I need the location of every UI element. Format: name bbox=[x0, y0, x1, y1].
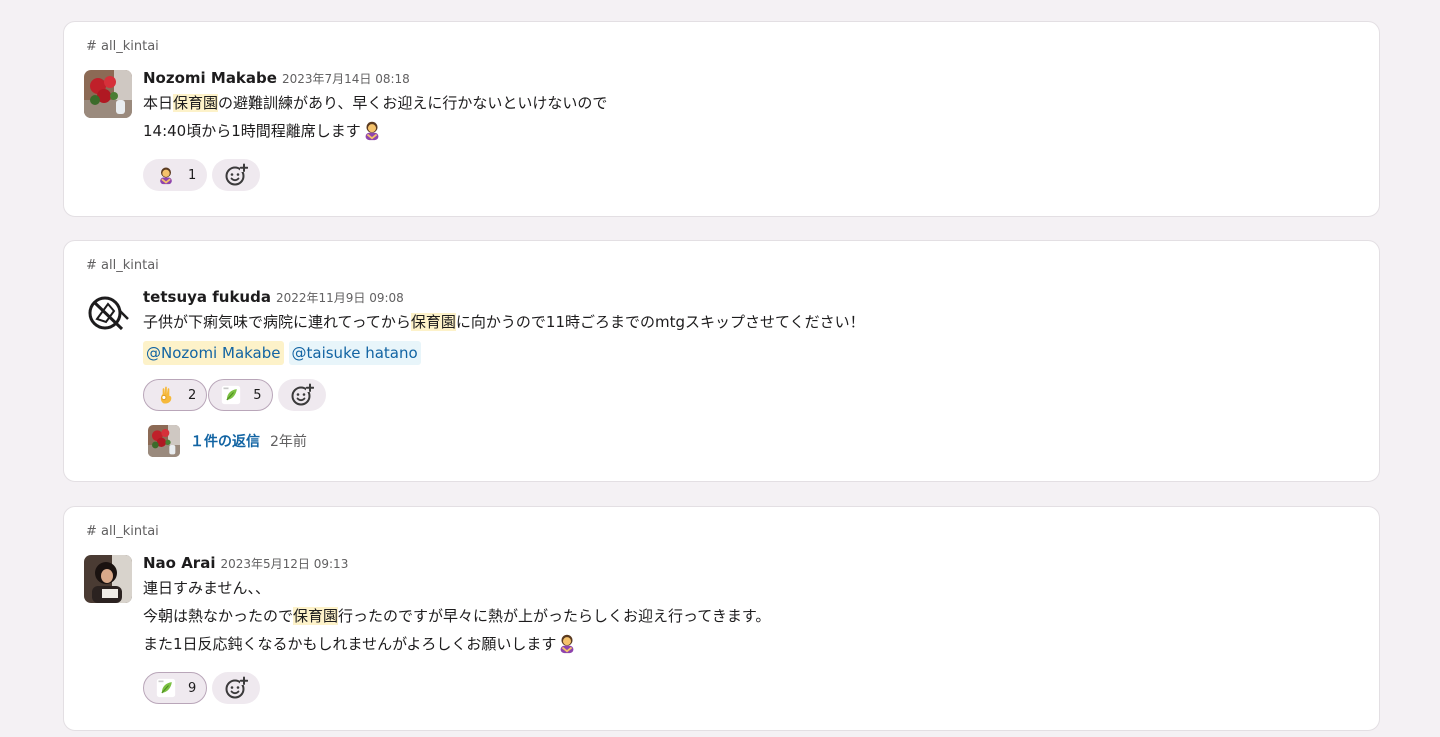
message-body: Nozomi Makabe 2023年7月14日 08:18 本日保育園の避難訓… bbox=[143, 69, 1359, 145]
search-highlight: 保育園 bbox=[410, 313, 456, 331]
add-emoji-icon bbox=[224, 163, 248, 187]
add-emoji-icon bbox=[224, 676, 248, 700]
author-name[interactable]: Nao Arai bbox=[143, 554, 215, 572]
channel-label[interactable]: # all_kintai bbox=[86, 524, 159, 539]
person-bowing-icon bbox=[361, 119, 383, 141]
mention-nozomi-makabe[interactable]: @Nozomi Makabe bbox=[143, 341, 284, 365]
last-reply-time: 2年前 bbox=[270, 434, 307, 450]
thread-replies[interactable]: １件の返信 2年前 bbox=[148, 424, 307, 458]
avatar bbox=[148, 425, 180, 457]
add-reaction-button[interactable] bbox=[277, 379, 326, 411]
message-card[interactable]: # all_kintai Nozomi Makabe 2023年7月14日 08… bbox=[63, 21, 1380, 217]
message-card[interactable]: # all_kintai tetsuya fukuda 2022年11月9日 0… bbox=[63, 240, 1380, 482]
message-body: Nao Arai 2023年5月12日 09:13 連日すみません、、 今朝は熱… bbox=[143, 554, 1359, 658]
message-text-line: 本日保育園の避難訓練があり、早くお迎えに行かないといけないので bbox=[143, 94, 608, 112]
channel-label[interactable]: # all_kintai bbox=[86, 258, 159, 273]
search-highlight: 保育園 bbox=[293, 607, 339, 625]
reaction-pill[interactable]: 1 bbox=[143, 159, 208, 191]
message-text-line: 連日すみません、、 bbox=[143, 579, 271, 597]
reaction-bar: 1 bbox=[143, 159, 261, 191]
avatar[interactable] bbox=[84, 70, 132, 118]
message-text-line: 子供が下痢気味で病院に連れてってから保育園に向かうので11時ごろまでのmtgスキ… bbox=[143, 313, 865, 331]
leaf-sticker-icon bbox=[156, 678, 176, 698]
reaction-pill[interactable]: 2 bbox=[143, 379, 208, 411]
author-name[interactable]: Nozomi Makabe bbox=[143, 69, 277, 87]
timestamp[interactable]: 2023年7月14日 08:18 bbox=[282, 70, 410, 87]
add-reaction-button[interactable] bbox=[212, 672, 261, 704]
reply-count-link[interactable]: １件の返信 bbox=[190, 431, 260, 451]
reaction-pill[interactable]: 9 bbox=[143, 672, 208, 704]
timestamp[interactable]: 2023年5月12日 09:13 bbox=[220, 555, 348, 572]
add-emoji-icon bbox=[290, 383, 314, 407]
person-bowing-icon bbox=[556, 632, 578, 654]
message-text-line: 今朝は熱なかったので保育園行ったのですが早々に熱が上がったらしくお迎え行ってきま… bbox=[143, 607, 771, 625]
mention-taisuke-hatano[interactable]: @taisuke hatano bbox=[288, 341, 421, 365]
leaf-sticker-icon bbox=[221, 385, 241, 405]
message-text-line: また1日反応鈍くなるかもしれませんがよろしくお願いします bbox=[143, 630, 1359, 658]
avatar[interactable] bbox=[84, 555, 132, 603]
message-text-line: 14:40頃から1時間程離席します bbox=[143, 117, 1359, 145]
message-body: tetsuya fukuda 2022年11月9日 09:08 子供が下痢気味で… bbox=[143, 288, 1359, 369]
timestamp[interactable]: 2022年11月9日 09:08 bbox=[276, 289, 404, 306]
reaction-bar: 2 5 bbox=[143, 379, 326, 411]
person-bowing-icon bbox=[156, 165, 176, 185]
ok-hand-icon bbox=[156, 385, 176, 405]
search-highlight: 保育園 bbox=[173, 94, 219, 112]
avatar[interactable] bbox=[84, 289, 132, 337]
reaction-bar: 9 bbox=[143, 672, 261, 704]
reaction-pill[interactable]: 5 bbox=[208, 379, 273, 411]
author-name[interactable]: tetsuya fukuda bbox=[143, 288, 271, 306]
mention-row: @Nozomi Makabe @taisuke hatano bbox=[143, 337, 1359, 369]
message-card[interactable]: # all_kintai Nao Arai 2023年5月12日 09:13 連… bbox=[63, 506, 1380, 731]
add-reaction-button[interactable] bbox=[212, 159, 261, 191]
channel-label[interactable]: # all_kintai bbox=[86, 39, 159, 54]
